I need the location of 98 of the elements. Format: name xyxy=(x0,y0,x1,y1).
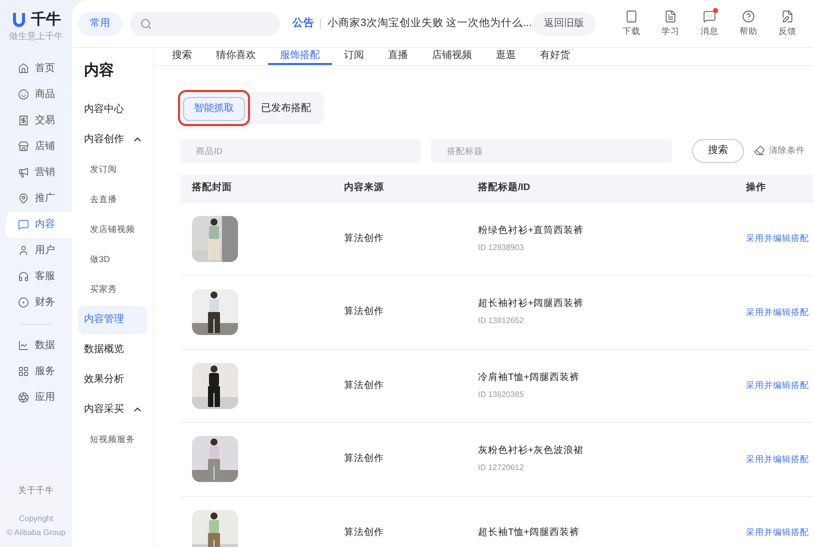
toolbar-button[interactable]: 反馈 xyxy=(768,10,807,38)
segment-tab[interactable]: 智能抓取 xyxy=(183,96,245,120)
receipt-icon xyxy=(18,115,29,126)
tab[interactable]: 店铺视频 xyxy=(420,48,484,65)
sidebar-item[interactable]: 内容创作 xyxy=(78,126,147,154)
rail-item[interactable]: 营销 xyxy=(6,160,72,186)
pin-icon xyxy=(18,193,29,204)
coin-icon xyxy=(18,297,29,308)
outfit-title: 超长袖衬衫+阔腿西装裤 xyxy=(478,297,585,312)
table-cell-text: 算法创作 xyxy=(344,305,385,320)
table-cell-text: 算法创作 xyxy=(344,232,385,246)
sidebar-item[interactable]: 内容管理 xyxy=(78,306,147,334)
toolbar-button[interactable]: 帮助 xyxy=(729,10,768,38)
adopt-edit-link[interactable]: 采用并编辑搭配 xyxy=(746,232,813,246)
sidebar-title: 内容 xyxy=(83,61,115,81)
rail-item[interactable]: 内容 xyxy=(6,212,72,238)
tab[interactable]: 猜你喜欢 xyxy=(204,48,268,65)
about-link[interactable]: 关于千牛 xyxy=(18,484,54,497)
tab[interactable]: 订阅 xyxy=(332,48,376,65)
help-icon xyxy=(742,10,755,23)
megaphone-icon xyxy=(18,167,29,178)
outfit-title: 粉绿色衬衫+直筒西装裤 xyxy=(478,224,585,238)
common-button[interactable]: 常用 xyxy=(78,12,122,36)
clear-filters-button[interactable]: 清除条件 xyxy=(754,144,805,157)
sidebar-subitem[interactable]: 发店铺视频 xyxy=(78,216,147,244)
sidebar-subitem[interactable]: 短视频服务 xyxy=(78,426,147,454)
outfit-id: ID 13620385 xyxy=(478,388,525,401)
tab[interactable]: 服饰搭配 xyxy=(268,48,332,65)
outfit-id: ID 12938903 xyxy=(478,242,525,254)
sidebar-item[interactable]: 效果分析 xyxy=(78,366,147,394)
store-icon xyxy=(18,141,29,152)
tab[interactable]: 直播 xyxy=(376,48,420,65)
sidebar-subitem[interactable]: 发订阅 xyxy=(78,156,147,184)
segment-tab[interactable]: 已发布搭配 xyxy=(251,96,321,120)
brand-name: 千牛 xyxy=(31,12,61,28)
copyright-text: Copyright xyxy=(18,513,54,525)
tab[interactable]: 逛逛 xyxy=(484,48,528,65)
adopt-edit-link[interactable]: 采用并编辑搭配 xyxy=(746,452,813,466)
eraser-icon xyxy=(754,145,765,156)
chat-icon xyxy=(18,219,29,230)
sidebar-item[interactable]: 数据概览 xyxy=(78,336,147,364)
outfit-id: ID 13812652 xyxy=(478,315,525,328)
outfit-title: 冷肩袖T恤+阔腿西装裤 xyxy=(478,370,580,385)
rail-item[interactable]: 首页 xyxy=(6,56,72,82)
chart-icon xyxy=(18,340,29,351)
rail-item[interactable]: 数据 xyxy=(6,332,72,358)
column-header: 内容来源 xyxy=(344,181,385,196)
house-icon xyxy=(18,63,29,74)
sidebar-item[interactable]: 内容中心 xyxy=(78,96,147,124)
sidebar-item[interactable]: 内容采买 xyxy=(78,396,147,424)
aperture-icon xyxy=(18,392,29,403)
announcement-text[interactable]: 小商家3次淘宝创业失败 这一次他为什么... xyxy=(327,16,532,32)
sidebar-subitem[interactable]: 买家秀 xyxy=(78,276,147,304)
rail-item[interactable]: 商品 xyxy=(6,82,72,108)
tab[interactable]: 有好货 xyxy=(528,48,582,65)
tab[interactable]: 搜索 xyxy=(160,48,204,65)
toolbar-button[interactable]: 下载 xyxy=(612,10,651,38)
old-version-button[interactable]: 返回旧版 xyxy=(532,12,596,36)
column-header: 搭配封面 xyxy=(192,181,233,196)
outfit-title: 灰粉色衬衫+灰色波浪裙 xyxy=(478,444,585,458)
search-button[interactable]: 搜索 xyxy=(692,138,744,162)
tablet-icon xyxy=(625,10,638,23)
sidebar-subitem[interactable]: 去直播 xyxy=(78,186,147,214)
adopt-edit-link[interactable]: 采用并编辑搭配 xyxy=(746,526,813,540)
rail-item[interactable]: 店铺 xyxy=(6,134,72,160)
filter-field[interactable]: 商品ID xyxy=(180,138,421,162)
outfit-title: 超长袖T恤+阔腿西装裤 xyxy=(478,526,580,540)
message-icon xyxy=(703,10,716,23)
rail-item[interactable]: 用户 xyxy=(6,238,72,264)
sidebar-subitem[interactable]: 做3D xyxy=(78,246,147,274)
document-icon xyxy=(664,10,677,23)
filter-field[interactable]: 搭配标题 xyxy=(430,138,672,162)
announcement-label: 公告 xyxy=(292,16,314,31)
rail-item[interactable]: 推广 xyxy=(6,186,72,212)
adopt-edit-link[interactable]: 采用并编辑搭配 xyxy=(746,306,813,319)
rail-item[interactable]: 应用 xyxy=(6,384,72,410)
company-text: © Alibaba Group xyxy=(6,527,66,539)
grid-icon xyxy=(18,366,29,377)
toolbar-button[interactable]: 消息 xyxy=(690,10,729,38)
rail-item[interactable]: 服务 xyxy=(6,358,72,384)
table-cell-text: 算法创作 xyxy=(344,378,385,393)
table-cell-text: 算法创作 xyxy=(344,526,385,540)
rail-item[interactable]: 财务 xyxy=(6,290,72,316)
adopt-edit-link[interactable]: 采用并编辑搭配 xyxy=(746,379,813,392)
rail-item[interactable]: 交易 xyxy=(6,108,72,134)
table-cell-text: 算法创作 xyxy=(344,452,385,466)
search-icon xyxy=(140,18,152,30)
edit-document-icon xyxy=(781,10,794,23)
toolbar-button[interactable]: 学习 xyxy=(651,10,690,38)
user-icon xyxy=(18,245,29,256)
column-header: 搭配标题/ID xyxy=(478,181,532,196)
headset-icon xyxy=(18,271,29,282)
logo-icon xyxy=(11,12,27,28)
outfit-id: ID 12720612 xyxy=(478,462,525,474)
column-header: 操作 xyxy=(746,181,767,196)
search-field[interactable] xyxy=(130,12,280,36)
rail-item[interactable]: 客服 xyxy=(6,264,72,290)
brand-slogan: 做生意上千牛 xyxy=(9,30,63,43)
